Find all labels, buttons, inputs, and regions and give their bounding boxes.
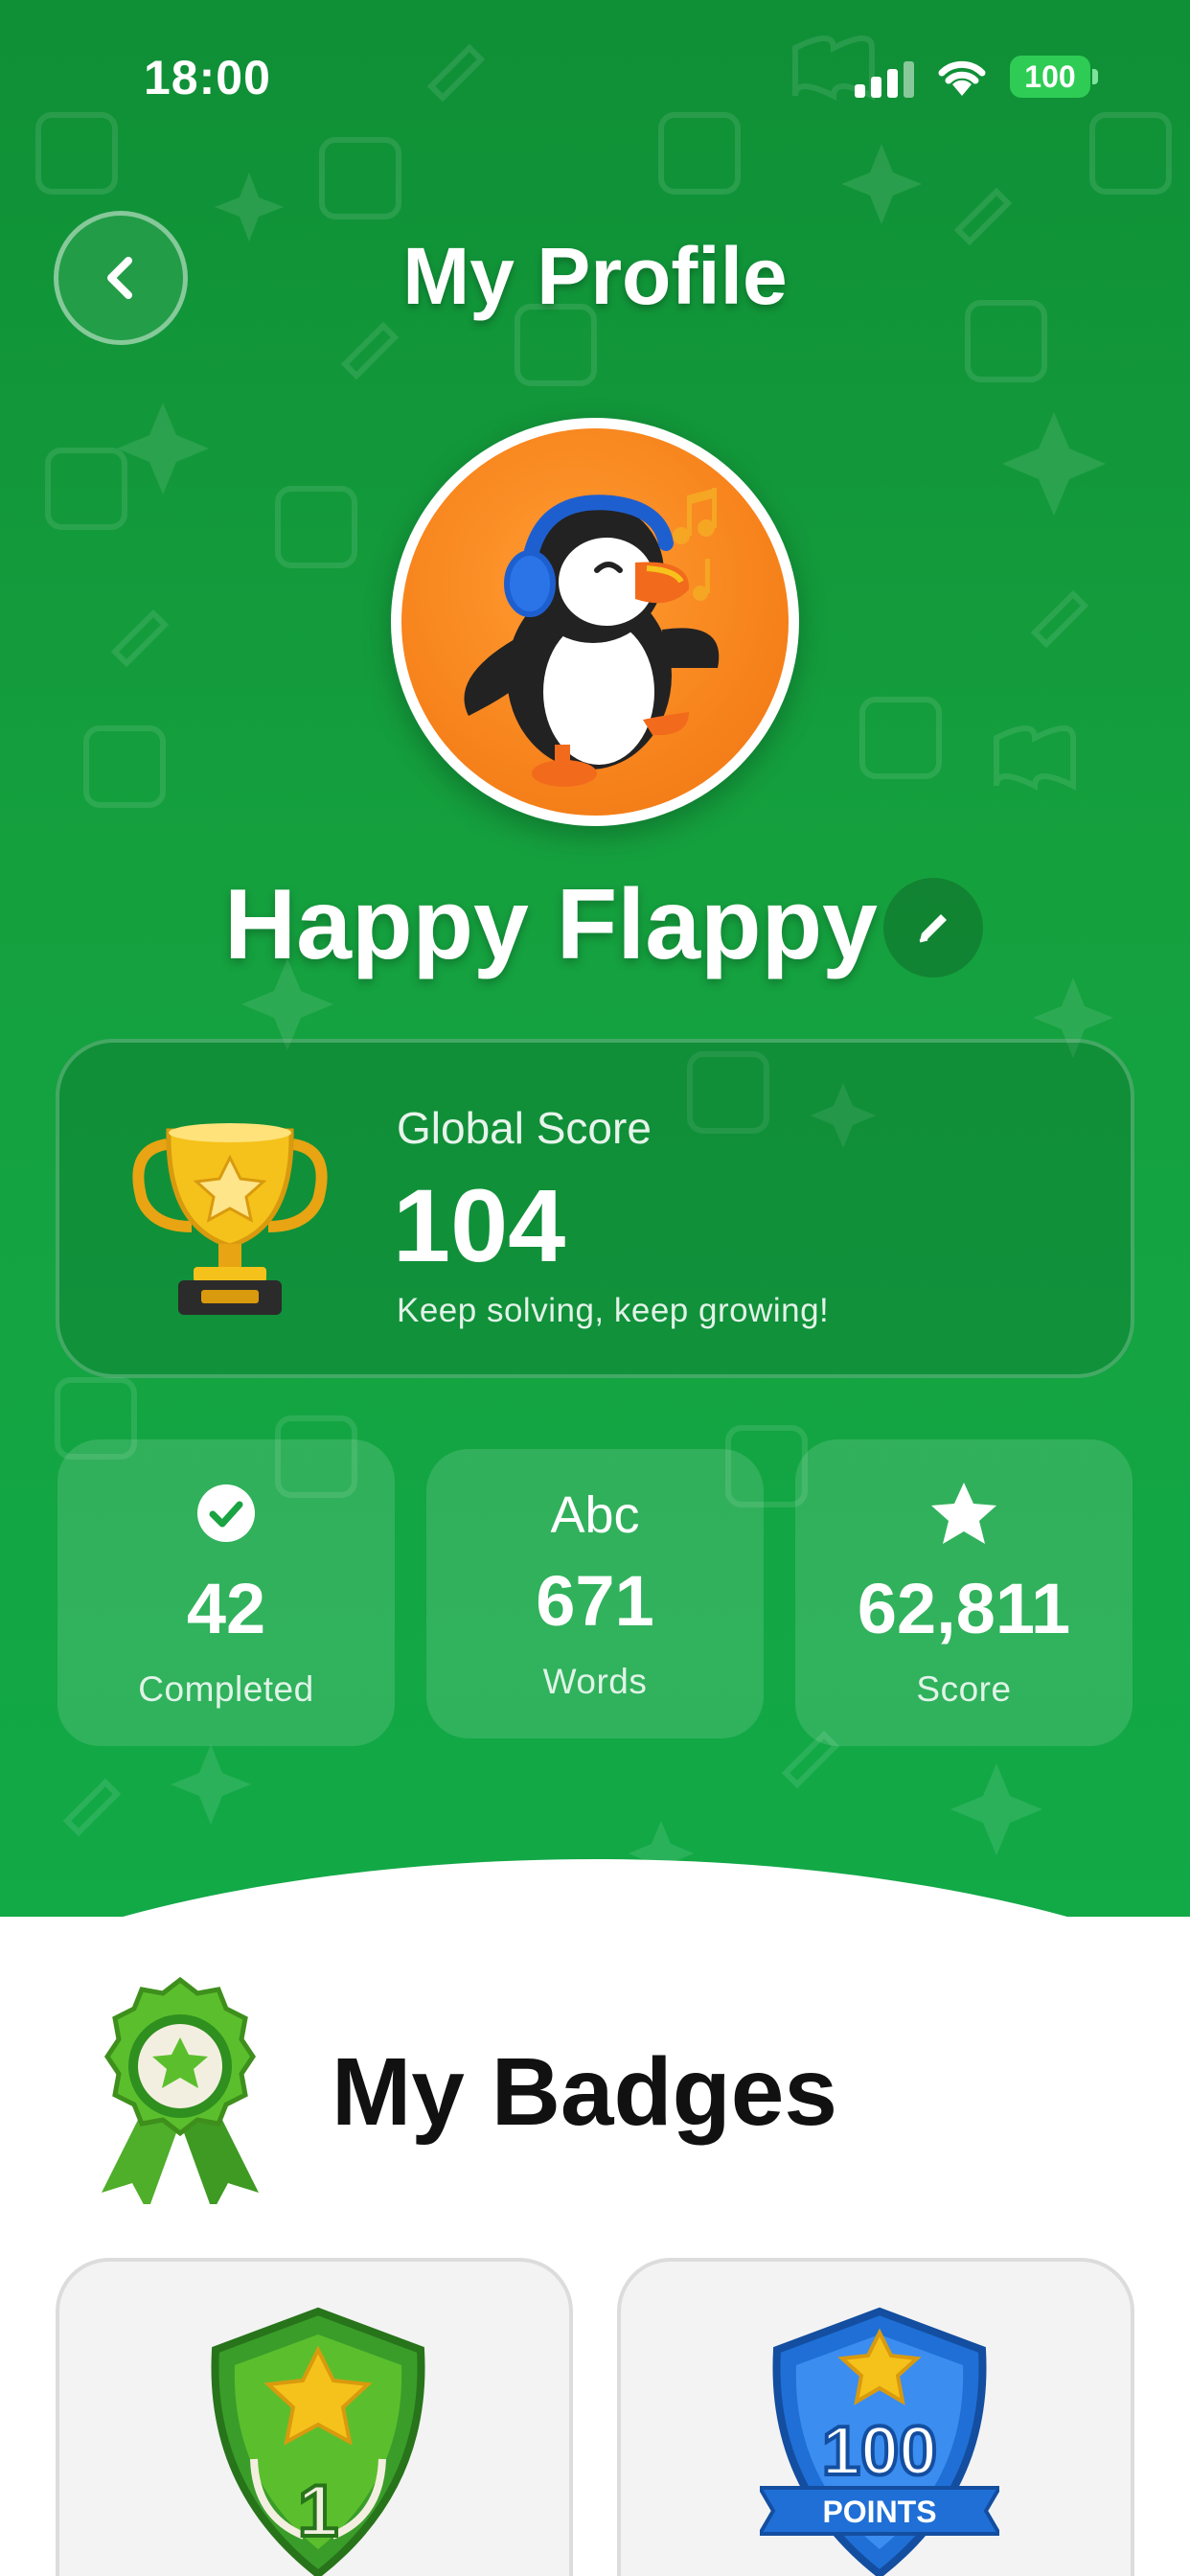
stat-label: Words	[542, 1662, 648, 1701]
edit-name-button[interactable]	[883, 878, 983, 978]
stat-score: 62,811 Score	[795, 1439, 1133, 1746]
badge-card-first-win[interactable]: 1	[56, 2258, 573, 2576]
global-score-label: Global Score	[397, 1103, 652, 1153]
badge-card-100-points[interactable]: 100 POINTS	[617, 2258, 1134, 2576]
badge-number: 1	[298, 2471, 338, 2552]
avatar-image	[401, 428, 789, 816]
stat-value: 671	[536, 1561, 654, 1641]
stat-completed: 42 Completed	[57, 1439, 395, 1746]
battery-indicator: 100	[1010, 56, 1098, 98]
profile-screen: 18:00 100 My Profile Happy Flappy Global…	[0, 0, 1190, 2576]
trophy-icon	[132, 1123, 328, 1315]
stat-label: Completed	[138, 1669, 314, 1709]
stat-value: 62,811	[857, 1569, 1071, 1648]
page-title: My Profile	[402, 231, 788, 321]
stat-label: Score	[916, 1669, 1012, 1709]
avatar[interactable]	[391, 418, 799, 826]
check-circle-icon	[197, 1484, 255, 1542]
status-time: 18:00	[144, 51, 271, 104]
badge-number: 100	[822, 2413, 937, 2490]
cellular-signal-icon	[855, 59, 916, 98]
ribbon-medal-icon	[102, 1976, 259, 2204]
badges-section-header: My Badges	[0, 1955, 1190, 2204]
shield-badge-icon: 1	[211, 2307, 425, 2576]
puffin-avatar-illustration	[464, 488, 720, 787]
badges-title: My Badges	[332, 2038, 837, 2146]
global-score-tagline: Keep solving, keep growing!	[397, 1292, 830, 1329]
badge-caption: POINTS	[822, 2495, 936, 2529]
status-bar: 18:00 100	[0, 0, 1190, 153]
global-score-value: 104	[393, 1167, 566, 1283]
stat-words: Abc 671 Words	[426, 1449, 764, 1738]
wifi-icon	[938, 60, 986, 96]
pencil-icon	[919, 914, 947, 943]
global-score-card: Global Score 104 Keep solving, keep grow…	[56, 1039, 1134, 1378]
profile-name: Happy Flappy	[224, 869, 878, 980]
points-badge-icon: 100 POINTS	[760, 2307, 999, 2576]
stat-value: 42	[186, 1569, 266, 1648]
abc-icon: Abc	[550, 1486, 640, 1544]
star-icon	[931, 1483, 996, 1544]
